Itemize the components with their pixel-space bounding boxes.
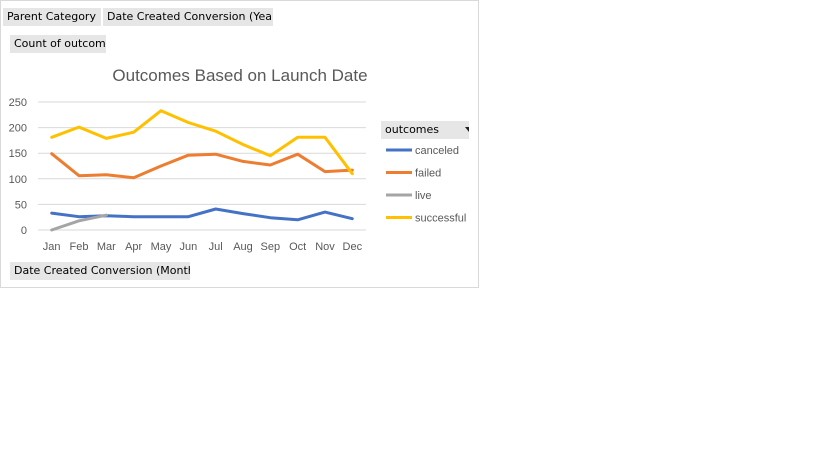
y-tick-label: 250 xyxy=(9,97,27,109)
x-tick-label: Mar xyxy=(97,241,116,253)
y-tick-label: 150 xyxy=(9,148,27,160)
x-tick-label: Aug xyxy=(233,241,253,253)
legend-label-canceled[interactable]: canceled xyxy=(415,145,459,157)
y-tick-label: 200 xyxy=(9,123,27,135)
x-tick-label: Dec xyxy=(343,241,363,253)
chart-title: Outcomes Based on Launch Date xyxy=(112,66,367,85)
x-tick-label: Jun xyxy=(179,241,197,253)
x-tick-label: Sep xyxy=(261,241,281,253)
legend-label-successful[interactable]: successful xyxy=(415,213,466,225)
x-tick-label: Oct xyxy=(289,241,306,253)
x-tick-label: Jul xyxy=(209,241,223,253)
x-tick-label: Nov xyxy=(315,241,335,253)
x-tick-label: Feb xyxy=(70,241,89,253)
legend-label-live[interactable]: live xyxy=(415,190,432,202)
x-tick-label: Apr xyxy=(125,241,142,253)
series-line-successful xyxy=(50,109,354,176)
legend-label-failed[interactable]: failed xyxy=(415,168,441,180)
y-tick-label: 100 xyxy=(9,174,27,186)
y-tick-label: 50 xyxy=(15,199,27,211)
outcomes-line-chart: Outcomes Based on Launch Date 0 50 100 150 2… xyxy=(9,66,467,253)
x-tick-label: Jan xyxy=(43,241,61,253)
y-tick-label: 0 xyxy=(21,225,27,237)
x-tick-label: May xyxy=(151,241,172,253)
series-line-failed xyxy=(50,152,354,180)
